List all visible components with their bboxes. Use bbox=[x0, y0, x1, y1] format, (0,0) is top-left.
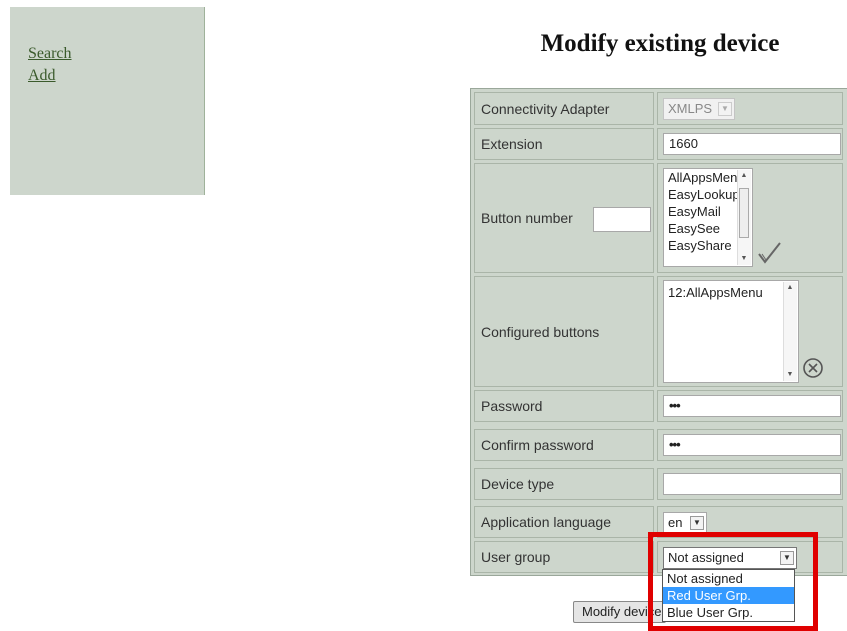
label-cell: Device type bbox=[474, 468, 654, 500]
chevron-down-icon: ▼ bbox=[718, 102, 732, 116]
list-item[interactable]: 12:AllAppsMenu bbox=[664, 281, 798, 301]
scroll-thumb[interactable] bbox=[739, 188, 749, 238]
label-cell: Application language bbox=[474, 506, 654, 538]
device-type-label: Device type bbox=[481, 476, 555, 492]
label-cell: Extension bbox=[474, 128, 654, 160]
row-password: Password ••• bbox=[474, 390, 843, 422]
configured-buttons-list[interactable]: 12:AllAppsMenu ▲ ▼ bbox=[663, 280, 799, 383]
connectivity-adapter-value: XMLPS bbox=[668, 101, 713, 116]
confirm-password-input[interactable]: ••• bbox=[663, 434, 841, 456]
extension-input[interactable]: 1660 bbox=[663, 133, 841, 155]
circle-x-icon[interactable] bbox=[802, 357, 824, 379]
label-cell: Button number bbox=[474, 163, 654, 273]
label-cell: Password bbox=[474, 390, 654, 422]
row-extension: Extension 1660 bbox=[474, 128, 843, 160]
annotation-highlight-box bbox=[648, 532, 818, 631]
row-connectivity-adapter: Connectivity Adapter XMLPS ▼ bbox=[474, 92, 843, 125]
scroll-up-icon[interactable]: ▲ bbox=[784, 282, 796, 294]
row-confirm-password: Confirm password ••• bbox=[474, 429, 843, 461]
row-button-number: Button number AllAppsMenu EasyLookup Eas… bbox=[474, 163, 843, 273]
row-configured-buttons: Configured buttons 12:AllAppsMenu ▲ ▼ bbox=[474, 276, 843, 387]
label-cell: Connectivity Adapter bbox=[474, 92, 654, 125]
scrollbar[interactable]: ▲ ▼ bbox=[737, 170, 751, 265]
extension-label: Extension bbox=[481, 136, 543, 152]
row-device-type: Device type bbox=[474, 468, 843, 500]
connectivity-adapter-label: Connectivity Adapter bbox=[481, 100, 610, 117]
label-cell: User group bbox=[474, 541, 654, 573]
input-cell: ••• bbox=[657, 429, 843, 461]
input-cell: ••• bbox=[657, 390, 843, 422]
configured-buttons-label: Configured buttons bbox=[481, 323, 600, 340]
input-cell: XMLPS ▼ bbox=[657, 92, 843, 125]
application-language-value: en bbox=[668, 515, 683, 530]
scrollbar[interactable]: ▲ ▼ bbox=[783, 282, 797, 381]
chevron-down-icon: ▼ bbox=[690, 516, 704, 530]
application-language-label: Application language bbox=[481, 514, 611, 530]
device-form: Connectivity Adapter XMLPS ▼ Extension 1… bbox=[470, 88, 847, 576]
user-group-label: User group bbox=[481, 549, 551, 565]
search-link[interactable]: Search bbox=[28, 45, 72, 63]
scroll-up-icon[interactable]: ▲ bbox=[738, 170, 750, 182]
input-cell: AllAppsMenu EasyLookup EasyMail EasySee … bbox=[657, 163, 843, 273]
password-label: Password bbox=[481, 398, 543, 414]
sidebar: Search Add bbox=[10, 7, 205, 195]
add-link[interactable]: Add bbox=[28, 67, 56, 85]
confirm-password-label: Confirm password bbox=[481, 437, 594, 453]
connectivity-adapter-select[interactable]: XMLPS ▼ bbox=[663, 98, 735, 120]
device-type-input[interactable] bbox=[663, 473, 841, 495]
input-cell bbox=[657, 468, 843, 500]
scroll-down-icon[interactable]: ▼ bbox=[784, 369, 796, 381]
button-number-input[interactable] bbox=[593, 207, 651, 232]
input-cell: 1660 bbox=[657, 128, 843, 160]
page-title: Modify existing device bbox=[540, 30, 780, 57]
label-cell: Configured buttons bbox=[474, 276, 654, 387]
check-icon[interactable] bbox=[756, 240, 782, 266]
application-language-select[interactable]: en ▼ bbox=[663, 512, 707, 534]
password-input[interactable]: ••• bbox=[663, 395, 841, 417]
button-number-list[interactable]: AllAppsMenu EasyLookup EasyMail EasySee … bbox=[663, 168, 753, 267]
input-cell: 12:AllAppsMenu ▲ ▼ bbox=[657, 276, 843, 387]
button-number-label: Button number bbox=[481, 210, 573, 226]
label-cell: Confirm password bbox=[474, 429, 654, 461]
scroll-down-icon[interactable]: ▼ bbox=[738, 253, 750, 265]
